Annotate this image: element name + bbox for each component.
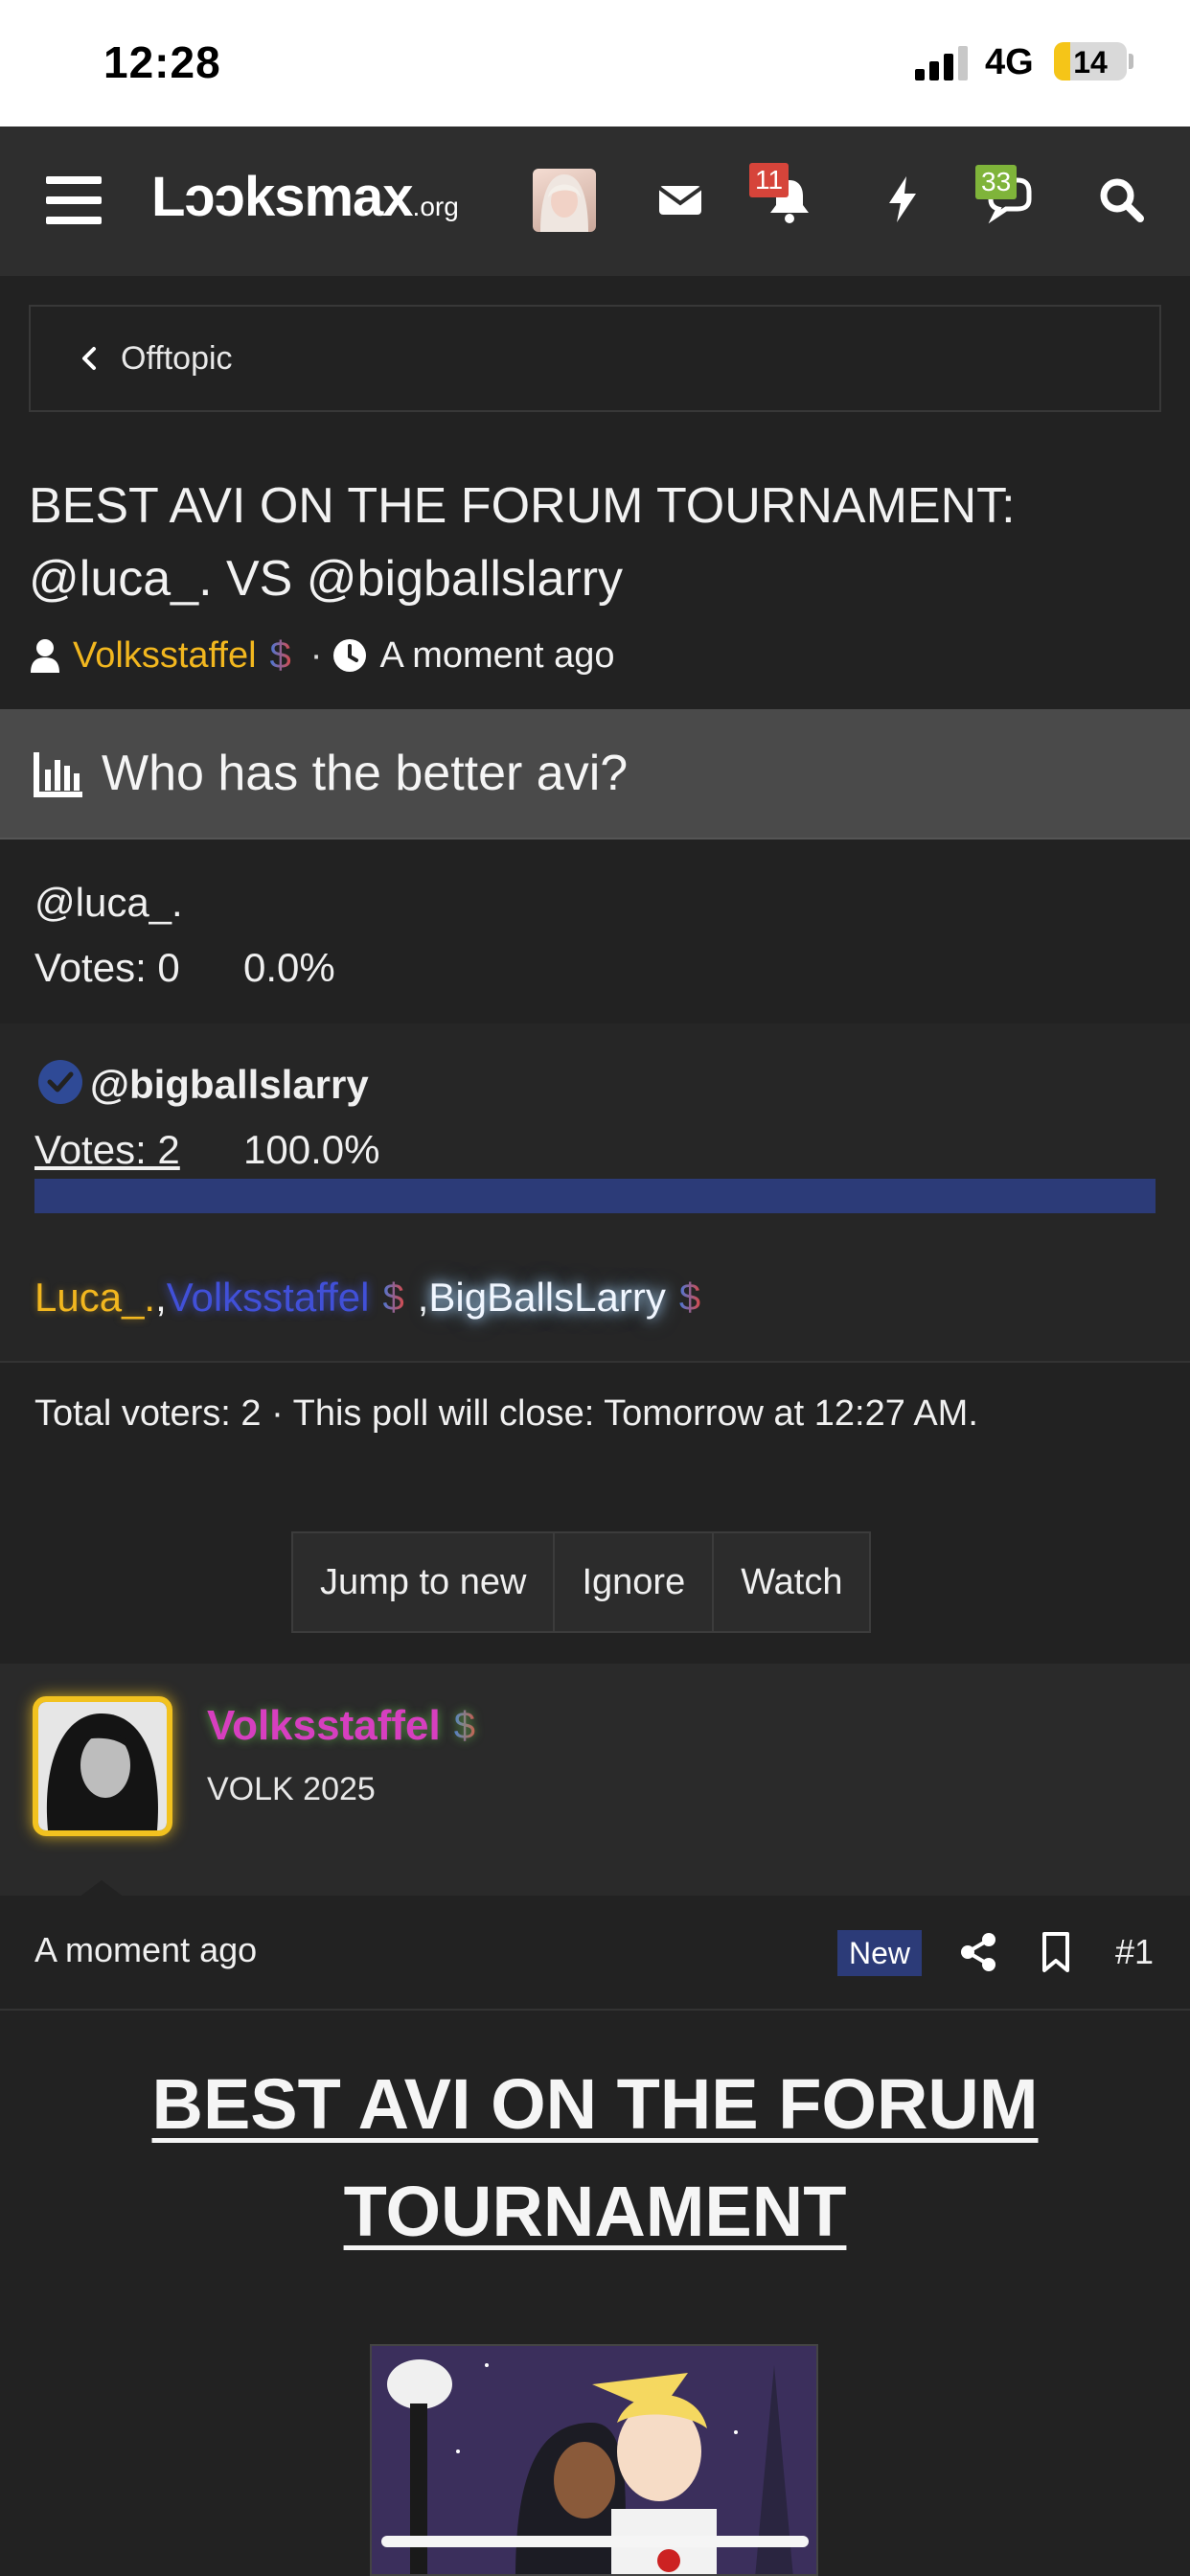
poll-option[interactable]: @luca_. Votes: 0 0.0% (0, 841, 1190, 1024)
alerts-badge: 11 (749, 163, 790, 197)
thread-meta: Volksstaffel $ · A moment ago (29, 629, 614, 682)
poll-option-votes: Votes: 0 (34, 945, 180, 990)
poll-option-percent: 100.0% (243, 1127, 380, 1172)
thread-author[interactable]: Volksstaffel (73, 635, 257, 677)
meta-separator: · (309, 634, 323, 676)
divider (0, 1361, 1190, 1363)
status-bar: 12:28 4G 14 (0, 0, 1190, 126)
share-icon[interactable] (956, 1930, 1000, 1974)
poll-header: Who has the better avi? (0, 709, 1190, 840)
bookmark-icon[interactable] (1037, 1930, 1075, 1974)
breadcrumb[interactable]: Offtopic (29, 305, 1161, 412)
check-icon (38, 1060, 82, 1104)
poll-progress-fill (34, 1179, 1156, 1213)
post-time[interactable]: A moment ago (34, 1930, 257, 1970)
search-icon[interactable] (1092, 171, 1150, 228)
voter-separator: , (417, 1275, 429, 1320)
signal-icon (915, 46, 968, 80)
bolt-icon[interactable] (874, 171, 931, 228)
poll-option-votes-link[interactable]: Votes: 2 (34, 1127, 180, 1173)
logo-main: Lɔɔksmax (151, 166, 414, 228)
post-number[interactable]: #1 (1115, 1932, 1154, 1972)
new-badge: New (837, 1930, 923, 1976)
poll-question: Who has the better avi? (102, 746, 629, 801)
bar-chart-icon (34, 752, 82, 797)
poll-progress-bar (34, 1179, 1156, 1213)
user-avatar[interactable] (533, 169, 596, 232)
post-author-name[interactable]: Volksstaffel $ (207, 1702, 475, 1750)
conversations-badge: 33 (975, 165, 1018, 199)
clock-icon (333, 639, 367, 672)
poll-option-percent: 0.0% (243, 945, 335, 990)
voter-separator: , (155, 1275, 167, 1320)
voter-link[interactable]: BigBallsLarry (428, 1275, 665, 1321)
post-author-avatar[interactable] (33, 1696, 172, 1836)
home-indicator[interactable] (381, 2536, 809, 2547)
status-time: 12:28 (103, 37, 221, 87)
post-user-block: Volksstaffel $ VOLK 2025 (0, 1664, 1190, 1896)
battery-tip (1129, 54, 1133, 69)
site-logo[interactable]: Lɔɔksmax.org (151, 165, 459, 229)
jump-to-new-button[interactable]: Jump to new (293, 1533, 556, 1631)
watch-button[interactable]: Watch (714, 1533, 869, 1631)
dollar-icon: $ (453, 1704, 475, 1747)
post-heading: BEST AVI ON THE FORUM TOURNAMENT (151, 2064, 1039, 2251)
dollar-icon: $ (269, 633, 291, 677)
poll-voters-list: Luca_. , Volksstaffel $ , BigBallsLarry … (34, 1275, 700, 1321)
top-navbar: Lɔɔksmax.org 11 33 (0, 126, 1190, 276)
dollar-icon: $ (382, 1276, 404, 1319)
post-author-name-text: Volksstaffel (207, 1702, 441, 1749)
battery-level: 14 (1073, 45, 1108, 80)
thread-title: BEST AVI ON THE FORUM TOURNAMENT: @luca_… (29, 478, 1016, 607)
breadcrumb-label: Offtopic (121, 339, 233, 377)
menu-icon[interactable] (46, 176, 102, 224)
poll-option-selected[interactable]: @bigballslarry Votes: 2 100.0% Luca_. , … (0, 1024, 1190, 1361)
envelope-icon[interactable] (652, 171, 709, 228)
ignore-button[interactable]: Ignore (555, 1533, 715, 1631)
battery-icon: 14 (1054, 42, 1127, 80)
post-meta-bar: A moment ago New #1 (0, 1896, 1190, 2011)
logo-suffix: .org (412, 192, 459, 221)
poll-option-label: @luca_. (34, 880, 183, 925)
poll-footer: Total voters: 2 · This poll will close: … (34, 1393, 978, 1434)
thread-actions: Jump to new Ignore Watch (291, 1531, 872, 1633)
dollar-icon: $ (678, 1276, 701, 1319)
thread-time: A moment ago (379, 634, 615, 676)
network-label: 4G (985, 42, 1034, 82)
voter-link[interactable]: Volksstaffel (167, 1275, 370, 1321)
post-author-title: VOLK 2025 (207, 1771, 376, 1807)
poll-option-label: @bigballslarry (90, 1062, 369, 1107)
voter-link[interactable]: Luca_. (34, 1275, 155, 1321)
user-icon (31, 639, 59, 673)
chevron-left-icon (82, 347, 96, 370)
